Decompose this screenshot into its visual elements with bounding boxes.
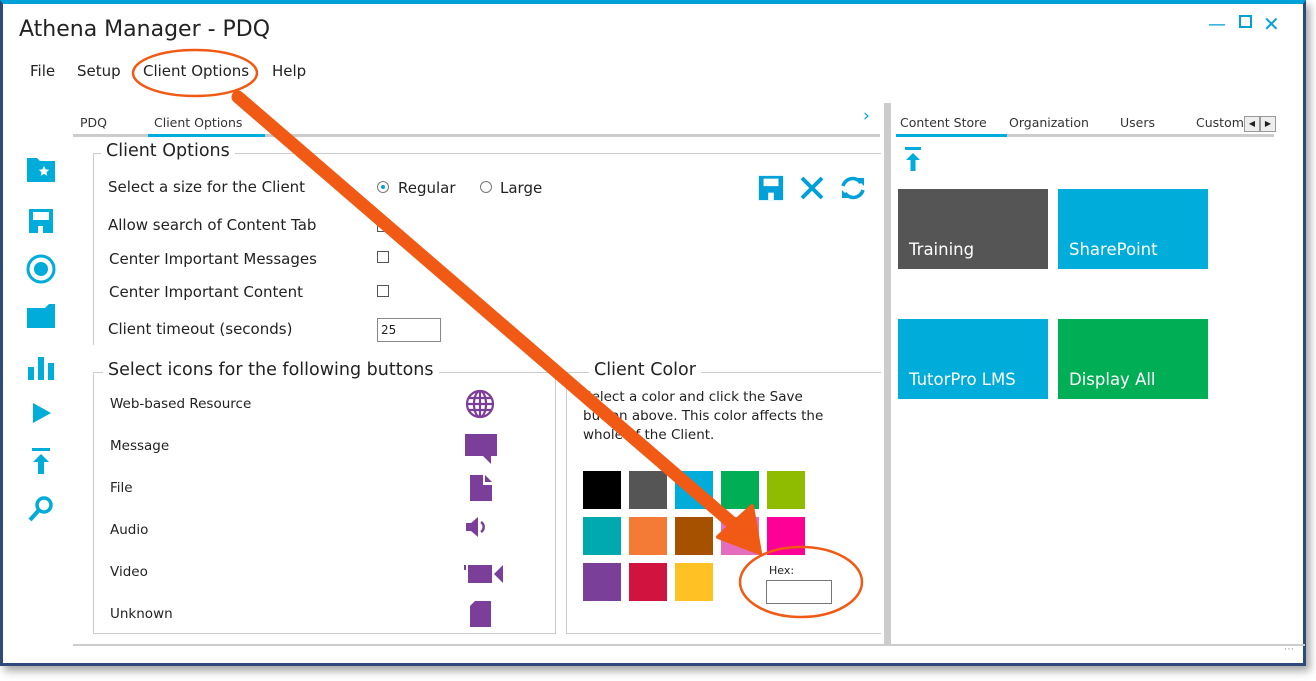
tile-label: Training (909, 240, 975, 259)
timeout-input[interactable]: 25 (377, 318, 441, 342)
status-divider (73, 644, 1305, 646)
close-icon[interactable]: ✕ (1263, 12, 1280, 36)
menu-file[interactable]: File (30, 62, 55, 80)
color-swatch[interactable] (675, 471, 713, 509)
center-messages-label: Center Important Messages (109, 250, 317, 268)
folder-star-icon[interactable] (26, 155, 56, 185)
folder-icon[interactable] (26, 302, 56, 332)
timeout-label: Client timeout (seconds) (108, 320, 293, 338)
radio-regular-label[interactable]: Regular (398, 179, 456, 197)
menu-setup[interactable]: Setup (77, 62, 121, 80)
audio-icon[interactable] (465, 516, 489, 538)
hex-input[interactable] (766, 580, 832, 604)
color-swatch[interactable] (629, 517, 667, 555)
bar-chart-icon[interactable] (26, 353, 56, 383)
radio-large-label[interactable]: Large (500, 179, 542, 197)
message-icon[interactable] (464, 433, 498, 465)
save-icon[interactable] (757, 174, 785, 202)
file-icon[interactable] (469, 474, 493, 502)
tabs-scroll-right[interactable]: ▶ (1260, 116, 1276, 132)
allow-search-checkbox[interactable] (377, 220, 389, 232)
tab-custom[interactable]: Custom (1196, 115, 1244, 130)
chevron-right-icon[interactable]: › (863, 106, 870, 126)
menu-help[interactable]: Help (272, 62, 306, 80)
video-icon[interactable] (464, 562, 504, 584)
panel-splitter[interactable] (884, 103, 891, 645)
icons-legend: Select icons for the following buttons (103, 360, 439, 380)
tab-users[interactable]: Users (1120, 115, 1155, 130)
globe-icon[interactable] (465, 389, 495, 419)
menu-client-options[interactable]: Client Options (143, 62, 249, 80)
color-swatch[interactable] (629, 471, 667, 509)
search-icon[interactable] (26, 494, 56, 524)
active-tab-indicator (148, 134, 265, 137)
client-options-legend: Client Options (101, 141, 235, 161)
tile-display-all[interactable]: Display All (1058, 319, 1208, 399)
color-swatch[interactable] (583, 517, 621, 555)
resize-grip-icon[interactable]: ⋯ (1284, 644, 1294, 655)
tile-label: SharePoint (1069, 240, 1158, 259)
icon-label-message: Message (110, 438, 170, 454)
icon-label-web: Web-based Resource (110, 396, 252, 412)
upload-icon[interactable] (903, 146, 923, 172)
radio-regular[interactable] (377, 181, 389, 193)
client-color-legend: Client Color (589, 360, 701, 380)
cancel-icon[interactable] (799, 175, 825, 201)
client-color-description: Select a color and click the Save button… (583, 389, 824, 443)
tile-sharepoint[interactable]: SharePoint (1058, 189, 1208, 269)
color-swatch[interactable] (675, 563, 713, 601)
record-icon[interactable] (26, 254, 56, 284)
center-content-checkbox[interactable] (377, 285, 389, 297)
save-icon[interactable] (26, 206, 56, 236)
tile-label: Display All (1069, 370, 1156, 389)
play-icon[interactable] (26, 398, 56, 428)
icon-label-audio: Audio (110, 522, 149, 538)
tabs-scroll-left[interactable]: ◀ (1244, 116, 1260, 132)
tab-pdq[interactable]: PDQ (80, 115, 107, 130)
center-content-label: Center Important Content (109, 283, 304, 301)
icon-label-file: File (110, 480, 133, 496)
tile-training[interactable]: Training (898, 189, 1048, 269)
tab-organization[interactable]: Organization (1009, 115, 1089, 130)
window-title: Athena Manager - PDQ (19, 17, 271, 42)
right-active-tab-indicator (896, 134, 1007, 137)
upload-icon[interactable] (26, 446, 56, 476)
icon-label-video: Video (110, 564, 148, 580)
size-label: Select a size for the Client (108, 178, 306, 196)
tab-client-options[interactable]: Client Options (154, 115, 242, 130)
minimize-icon[interactable]: — (1208, 14, 1226, 35)
color-swatch[interactable] (767, 471, 805, 509)
tab-content-store[interactable]: Content Store (900, 115, 987, 130)
center-messages-checkbox[interactable] (377, 251, 389, 263)
unknown-icon[interactable] (469, 600, 493, 628)
radio-large[interactable] (480, 181, 492, 193)
color-swatch[interactable] (583, 471, 621, 509)
hex-label: Hex: (769, 564, 795, 577)
color-swatch[interactable] (721, 517, 759, 555)
maximize-icon[interactable] (1239, 15, 1252, 28)
allow-search-label: Allow search of Content Tab (108, 216, 317, 234)
color-swatch[interactable] (583, 563, 621, 601)
color-swatch[interactable] (629, 563, 667, 601)
tile-label: TutorPro LMS (909, 370, 1016, 389)
tile-tutorpro-lms[interactable]: TutorPro LMS (898, 319, 1048, 399)
icon-label-unknown: Unknown (110, 606, 173, 622)
color-swatch[interactable] (767, 517, 805, 555)
color-swatch[interactable] (721, 471, 759, 509)
refresh-icon[interactable] (839, 174, 867, 202)
color-swatch[interactable] (675, 517, 713, 555)
